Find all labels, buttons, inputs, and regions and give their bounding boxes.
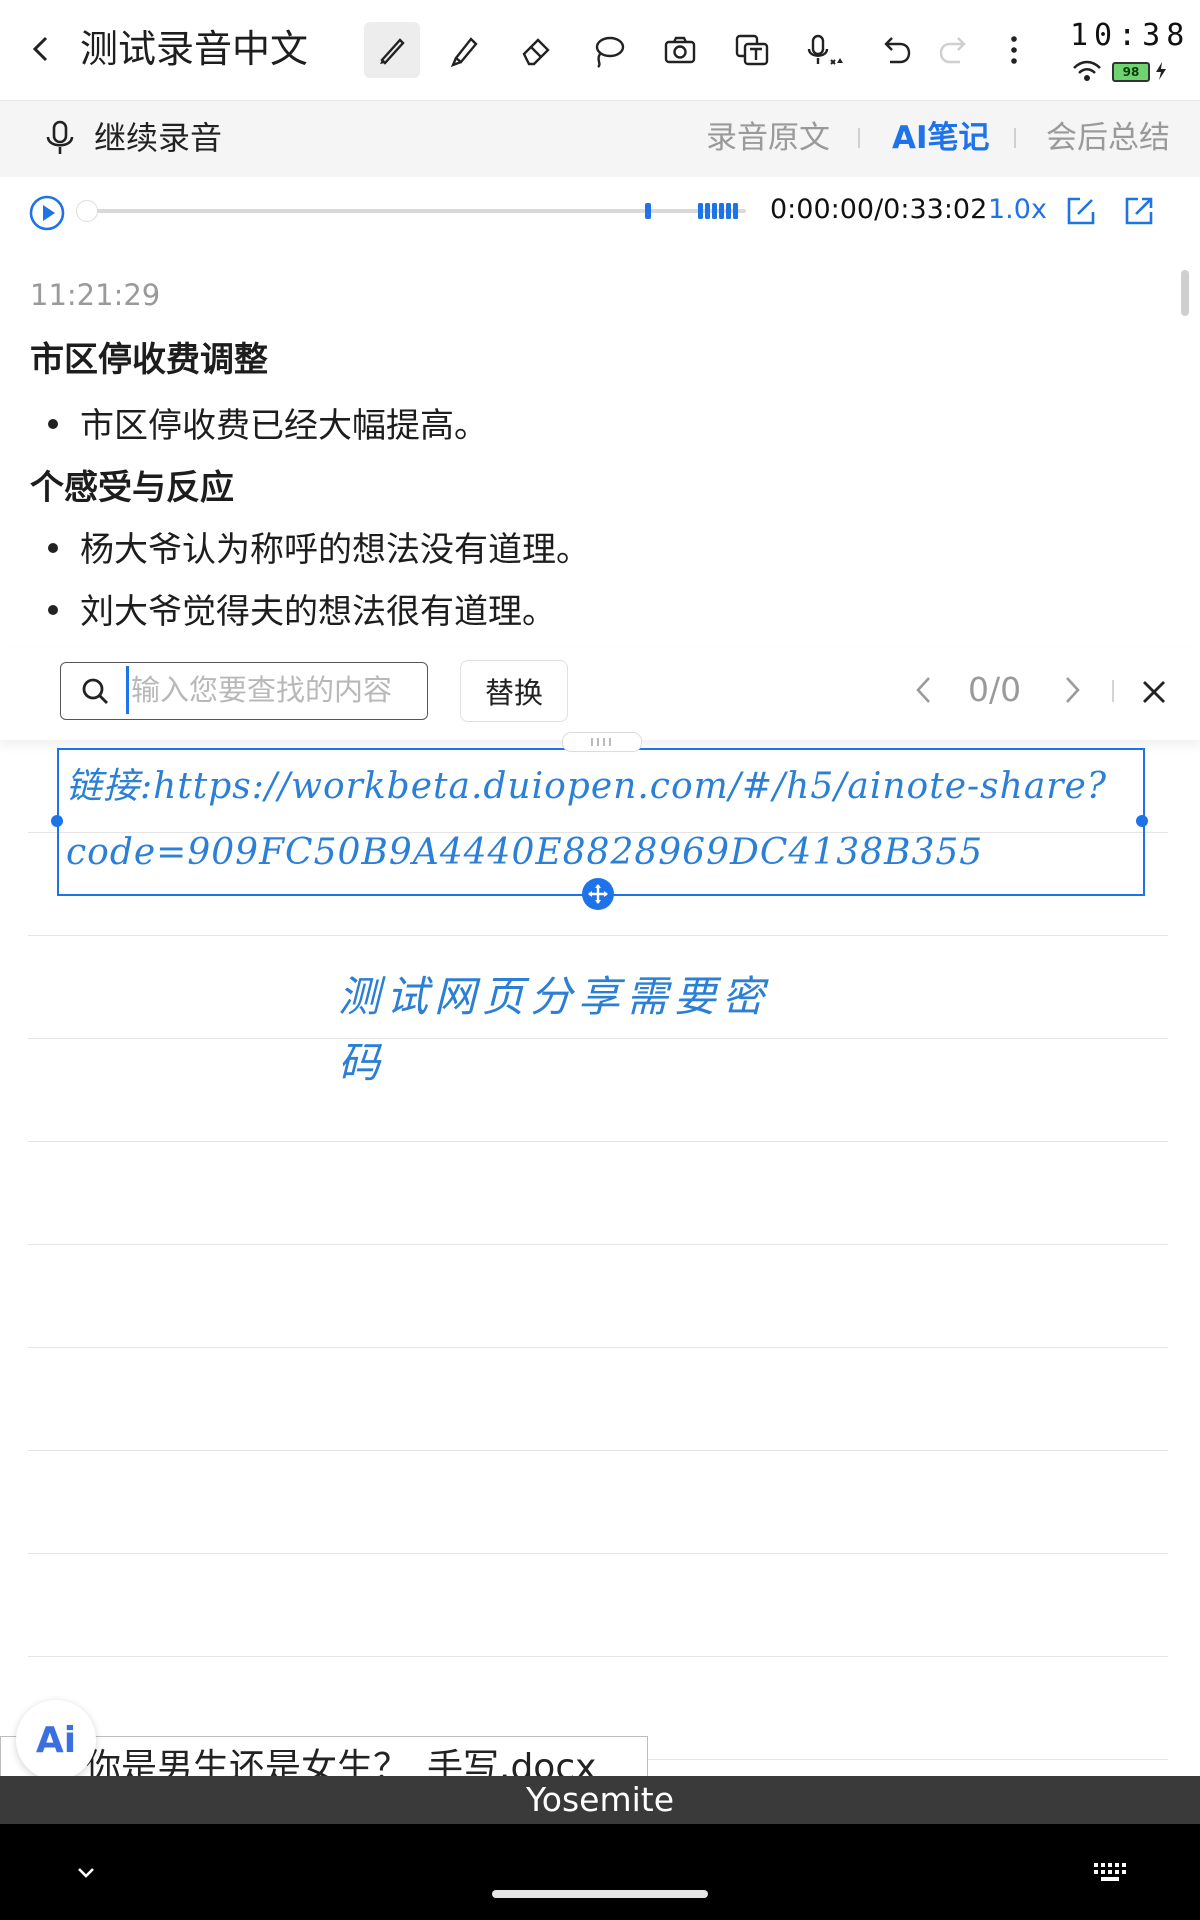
text-recognize-icon	[735, 34, 769, 66]
list-item-text: 杨大爷认为称呼的想法没有道理。	[80, 530, 590, 570]
handwritten-note[interactable]: 测试网页分享需要密 码	[338, 964, 808, 1096]
tab-divider	[858, 128, 860, 148]
list-item: 杨大爷认为称呼的想法没有道理。	[48, 526, 590, 574]
list-item: 市区停收费已经大幅提高。	[48, 402, 488, 450]
ai-assistant-button[interactable]: Ai	[16, 1700, 96, 1780]
search-input[interactable]	[126, 666, 421, 714]
match-count: 0/0	[968, 670, 1022, 709]
chevron-down-icon[interactable]	[70, 1858, 102, 1886]
section-heading: 个感受与反应	[30, 468, 234, 508]
camera-tool-button[interactable]	[652, 22, 708, 78]
selection-handle-left[interactable]	[51, 815, 63, 827]
divider	[1112, 680, 1114, 702]
ruled-line	[28, 1553, 1168, 1554]
highlighter-icon	[450, 37, 478, 68]
play-icon[interactable]	[28, 194, 66, 232]
ruled-line	[28, 935, 1168, 936]
wifi-icon	[1073, 60, 1101, 81]
bullet-dot	[48, 418, 58, 429]
list-item: 刘大爷觉得夫的想法很有道理。	[48, 588, 556, 636]
chevron-left-icon	[32, 36, 48, 62]
ruled-line	[28, 1347, 1168, 1348]
eraser-icon	[522, 38, 550, 66]
ruled-line	[28, 1450, 1168, 1451]
microphone-icon[interactable]	[40, 118, 80, 158]
back-button[interactable]	[18, 26, 64, 72]
more-vertical-icon	[1011, 36, 1017, 64]
lasso-tool-button[interactable]	[580, 22, 636, 78]
close-icon[interactable]	[1136, 674, 1172, 710]
selection-handle-right[interactable]	[1136, 815, 1148, 827]
list-item-text: 刘大爷觉得夫的想法很有道理。	[80, 592, 556, 632]
battery-icon: 98	[1112, 62, 1150, 82]
section-heading: 市区停收费调整	[30, 340, 268, 380]
eraser-tool-button[interactable]	[508, 22, 564, 78]
more-options-button[interactable]	[986, 22, 1042, 78]
edit-icon[interactable]	[1064, 194, 1098, 228]
brush-icon	[380, 38, 405, 65]
move-handle[interactable]	[582, 878, 614, 910]
ruled-line	[28, 1656, 1168, 1657]
lasso-icon	[595, 36, 625, 68]
search-icon	[82, 678, 108, 704]
text-recognize-button[interactable]	[724, 22, 780, 78]
redo-button[interactable]	[926, 22, 982, 78]
grip-icon	[591, 738, 611, 746]
note-timestamp: 11:21:29	[30, 278, 161, 312]
document-title: 测试录音中文	[80, 27, 309, 71]
ruled-line	[28, 1141, 1168, 1142]
chevron-left-icon[interactable]	[906, 672, 942, 708]
tab-ai-notes[interactable]: AI笔记	[892, 116, 990, 160]
keyboard-icon[interactable]	[1092, 1860, 1132, 1884]
undo-button[interactable]	[868, 22, 924, 78]
charging-icon	[1156, 62, 1166, 80]
handwritten-line: 测试网页分享需要密	[338, 972, 771, 1021]
tab-transcript[interactable]: 录音原文	[706, 116, 830, 160]
camera-icon	[664, 36, 696, 64]
keyboard-suggestion[interactable]: Yosemite	[0, 1776, 1200, 1824]
progress-markers	[698, 203, 738, 219]
handwritten-line: 码	[338, 1038, 387, 1087]
playback-time: 0:00:00/0:33:02	[770, 194, 988, 225]
brush-tool-button[interactable]	[364, 22, 420, 78]
navigation-bar	[0, 1824, 1200, 1920]
move-icon	[588, 884, 608, 904]
drag-grip[interactable]	[562, 732, 642, 752]
tab-divider	[1014, 128, 1016, 148]
list-item-text: 市区停收费已经大幅提高。	[80, 406, 488, 446]
undo-icon	[884, 37, 911, 64]
selection-box[interactable]	[57, 748, 1145, 896]
home-indicator[interactable]	[492, 1890, 708, 1898]
clock: 10:38	[1070, 18, 1191, 53]
progress-marker	[645, 203, 651, 219]
playback-speed-button[interactable]: 1.0x	[988, 190, 1047, 230]
redo-icon	[939, 37, 966, 64]
chevron-right-icon[interactable]	[1054, 672, 1090, 708]
progress-thumb[interactable]	[76, 200, 98, 222]
replace-button[interactable]: 替换	[460, 660, 568, 722]
ruled-line	[28, 1244, 1168, 1245]
tab-summary[interactable]: 会后总结	[1046, 116, 1170, 160]
bullet-dot	[48, 604, 58, 615]
voice-input-button[interactable]	[796, 22, 852, 78]
microphone-icon	[807, 34, 843, 65]
continue-recording-button[interactable]: 继续录音	[94, 116, 222, 160]
bullet-dot	[48, 542, 58, 553]
share-icon[interactable]	[1122, 194, 1156, 228]
scrollbar[interactable]	[1181, 270, 1189, 316]
highlighter-tool-button[interactable]	[436, 22, 492, 78]
status-area: 10:38 98	[1060, 14, 1190, 90]
